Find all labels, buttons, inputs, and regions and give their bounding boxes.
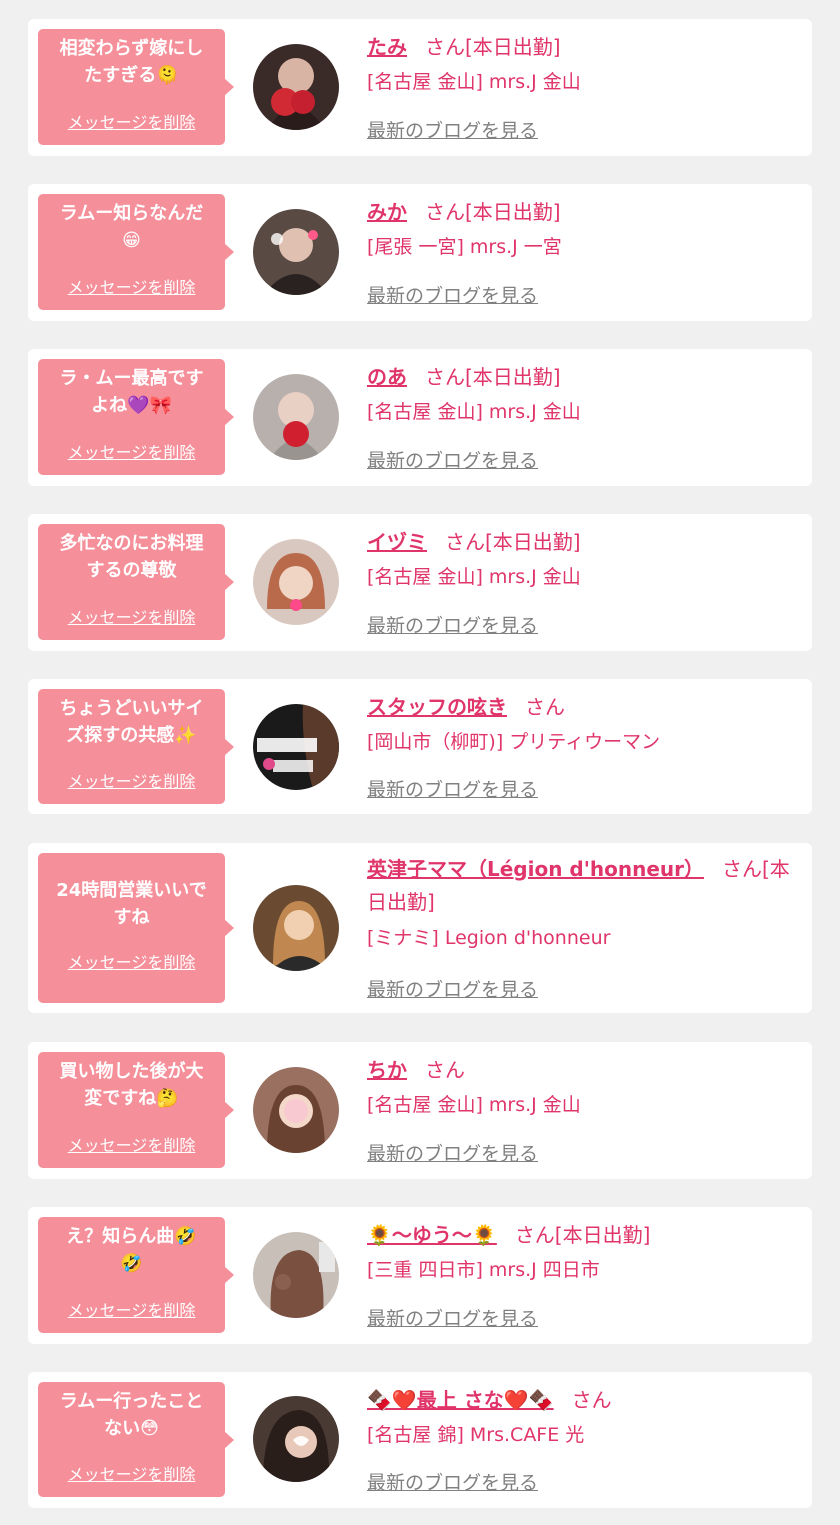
message-text: ラムー知らなんだ 😁 (59, 203, 204, 251)
avatar-photo-icon[interactable] (253, 1067, 339, 1153)
cast-status: さん (425, 1058, 465, 1082)
avatar-photo-icon[interactable] (253, 374, 339, 460)
store-name: [名古屋 錦] Mrs.CAFE 光 (367, 1424, 585, 1446)
avatar-photo-icon[interactable] (253, 209, 339, 295)
cast-name-link[interactable]: 🌻〜ゆう〜🌻 (367, 1223, 497, 1247)
latest-blog-link[interactable]: 最新のブログを見る (367, 975, 538, 1002)
latest-blog-link[interactable]: 最新のブログを見る (367, 116, 538, 143)
latest-blog-link[interactable]: 最新のブログを見る (367, 775, 538, 802)
latest-blog-link[interactable]: 最新のブログを見る (367, 1468, 538, 1495)
latest-blog-link[interactable]: 最新のブログを見る (367, 446, 538, 473)
cast-name-link[interactable]: たみ (367, 35, 407, 59)
delete-message-link[interactable]: メッセージを削除 (38, 1461, 225, 1485)
message-bubble: え？知らん曲🤣 🤣 メッセージを削除 (38, 1217, 234, 1333)
delete-message-link[interactable]: メッセージを削除 (38, 109, 225, 133)
cast-name-link[interactable]: スタッフの呟き (367, 695, 507, 719)
message-card: ラ・ムー最高です よね💜🎀 メッセージを削除 のあ さん[本日出勤] [名古屋 金… (28, 349, 812, 486)
delete-message-link[interactable]: メッセージを削除 (38, 949, 225, 973)
message-text: 相変わらず嫁にし たすぎる🫠 (59, 38, 204, 86)
message-text: ラ・ムー最高です よね💜🎀 (59, 368, 204, 416)
message-text: ラムー行ったこと ない😳 (59, 1391, 204, 1439)
message-text: え？知らん曲🤣 🤣 (66, 1226, 197, 1274)
message-text: 多忙なのにお料理 するの尊敬 (59, 533, 204, 581)
cast-name-link[interactable]: のあ (367, 365, 407, 389)
cast-status: さん (571, 1388, 612, 1412)
entry-info: 🍫❤️最上 さな❤️🍫 さん [名古屋 錦] Mrs.CAFE 光 (367, 1384, 798, 1450)
message-bubble: ラムー行ったこと ない😳 メッセージを削除 (38, 1382, 234, 1497)
store-name: [ミナミ] Legion d'honneur (367, 927, 611, 949)
store-name: [岡山市（柳町)] プリティウーマン (367, 731, 661, 753)
store-name: [名古屋 金山] mrs.J 金山 (367, 566, 581, 588)
delete-message-link[interactable]: メッセージを削除 (38, 274, 225, 298)
message-bubble: 24時間営業いいで すね メッセージを削除 (38, 853, 234, 1003)
store-name: [三重 四日市] mrs.J 四日市 (367, 1259, 600, 1281)
cast-status: さん[本日出勤] (445, 530, 581, 554)
entry-info: たみ さん[本日出勤] [名古屋 金山] mrs.J 金山 (367, 31, 798, 97)
message-card: ラムー行ったこと ない😳 メッセージを削除 🍫❤️最上 さな❤️🍫 さん [名古屋… (28, 1372, 812, 1508)
message-bubble: 多忙なのにお料理 するの尊敬 メッセージを削除 (38, 524, 234, 640)
cast-status: さん (525, 695, 565, 719)
store-name: [名古屋 金山] mrs.J 金山 (367, 1094, 581, 1116)
cast-name-link[interactable]: みか (367, 200, 407, 224)
message-card: ちょうどいいサイ ズ探すの共感✨ メッセージを削除 スタッフの呟き さん [岡山市… (28, 679, 812, 814)
cast-status: さん[本日出勤] (425, 365, 561, 389)
message-bubble: ちょうどいいサイ ズ探すの共感✨ メッセージを削除 (38, 689, 234, 804)
avatar-photo-icon[interactable] (253, 44, 339, 130)
cast-name-link[interactable]: 🍫❤️最上 さな❤️🍫 (367, 1388, 554, 1412)
cast-name-link[interactable]: ちか (367, 1058, 407, 1082)
avatar-photo-icon[interactable] (253, 1232, 339, 1318)
entry-info: 英津子ママ（Légion d'honneur） さん[本日出勤] [ミナミ] Le… (367, 853, 798, 953)
delete-message-link[interactable]: メッセージを削除 (38, 768, 225, 792)
cast-name-link[interactable]: 英津子ママ（Légion d'honneur） (367, 857, 704, 881)
entry-info: のあ さん[本日出勤] [名古屋 金山] mrs.J 金山 (367, 361, 798, 427)
delete-message-link[interactable]: メッセージを削除 (38, 1132, 225, 1156)
latest-blog-link[interactable]: 最新のブログを見る (367, 281, 538, 308)
entry-info: イヅミ さん[本日出勤] [名古屋 金山] mrs.J 金山 (367, 526, 798, 592)
entry-info: みか さん[本日出勤] [尾張 一宮] mrs.J 一宮 (367, 196, 798, 262)
message-bubble: ラムー知らなんだ 😁 メッセージを削除 (38, 194, 234, 310)
delete-message-link[interactable]: メッセージを削除 (38, 604, 225, 628)
message-bubble: ラ・ムー最高です よね💜🎀 メッセージを削除 (38, 359, 234, 475)
message-card: ラムー知らなんだ 😁 メッセージを削除 みか さん[本日出勤] [尾張 一宮] m… (28, 184, 812, 321)
delete-message-link[interactable]: メッセージを削除 (38, 439, 225, 463)
store-name: [名古屋 金山] mrs.J 金山 (367, 71, 581, 93)
message-bubble: 買い物した後が大 変ですね🤔 メッセージを削除 (38, 1052, 234, 1168)
message-card: 24時間営業いいで すね メッセージを削除 英津子ママ（Légion d'hon… (28, 843, 812, 1013)
message-card: 買い物した後が大 変ですね🤔 メッセージを削除 ちか さん [名古屋 金山] mr… (28, 1042, 812, 1179)
store-name: [名古屋 金山] mrs.J 金山 (367, 401, 581, 423)
message-card: え？知らん曲🤣 🤣 メッセージを削除 🌻〜ゆう〜🌻 さん[本日出勤] [三重 四日… (28, 1207, 812, 1344)
store-name: [尾張 一宮] mrs.J 一宮 (367, 236, 562, 258)
message-bubble: 相変わらず嫁にし たすぎる🫠 メッセージを削除 (38, 29, 234, 145)
latest-blog-link[interactable]: 最新のブログを見る (367, 611, 538, 638)
message-text: 24時間営業いいで すね (56, 880, 207, 928)
avatar-photo-icon[interactable] (253, 539, 339, 625)
cast-status: さん[本日出勤] (514, 1223, 651, 1247)
cast-name-link[interactable]: イヅミ (367, 530, 427, 554)
entry-info: スタッフの呟き さん [岡山市（柳町)] プリティウーマン (367, 691, 798, 757)
entry-info: 🌻〜ゆう〜🌻 さん[本日出勤] [三重 四日市] mrs.J 四日市 (367, 1219, 798, 1285)
message-card: 相変わらず嫁にし たすぎる🫠 メッセージを削除 たみ さん[本日出勤] [名古屋 … (28, 19, 812, 156)
avatar-logo-icon[interactable] (253, 704, 339, 790)
entry-info: ちか さん [名古屋 金山] mrs.J 金山 (367, 1054, 798, 1120)
message-text: 買い物した後が大 変ですね🤔 (59, 1061, 204, 1109)
avatar-photo-icon[interactable] (253, 885, 339, 971)
message-card: 多忙なのにお料理 するの尊敬 メッセージを削除 イヅミ さん[本日出勤] [名古屋… (28, 514, 812, 651)
latest-blog-link[interactable]: 最新のブログを見る (367, 1304, 538, 1331)
message-text: ちょうどいいサイ ズ探すの共感✨ (59, 698, 204, 746)
cast-status: さん[本日出勤] (425, 35, 561, 59)
latest-blog-link[interactable]: 最新のブログを見る (367, 1139, 538, 1166)
avatar-photo-icon[interactable] (253, 1396, 339, 1482)
cast-status: さん[本日出勤] (425, 200, 561, 224)
delete-message-link[interactable]: メッセージを削除 (38, 1297, 225, 1321)
